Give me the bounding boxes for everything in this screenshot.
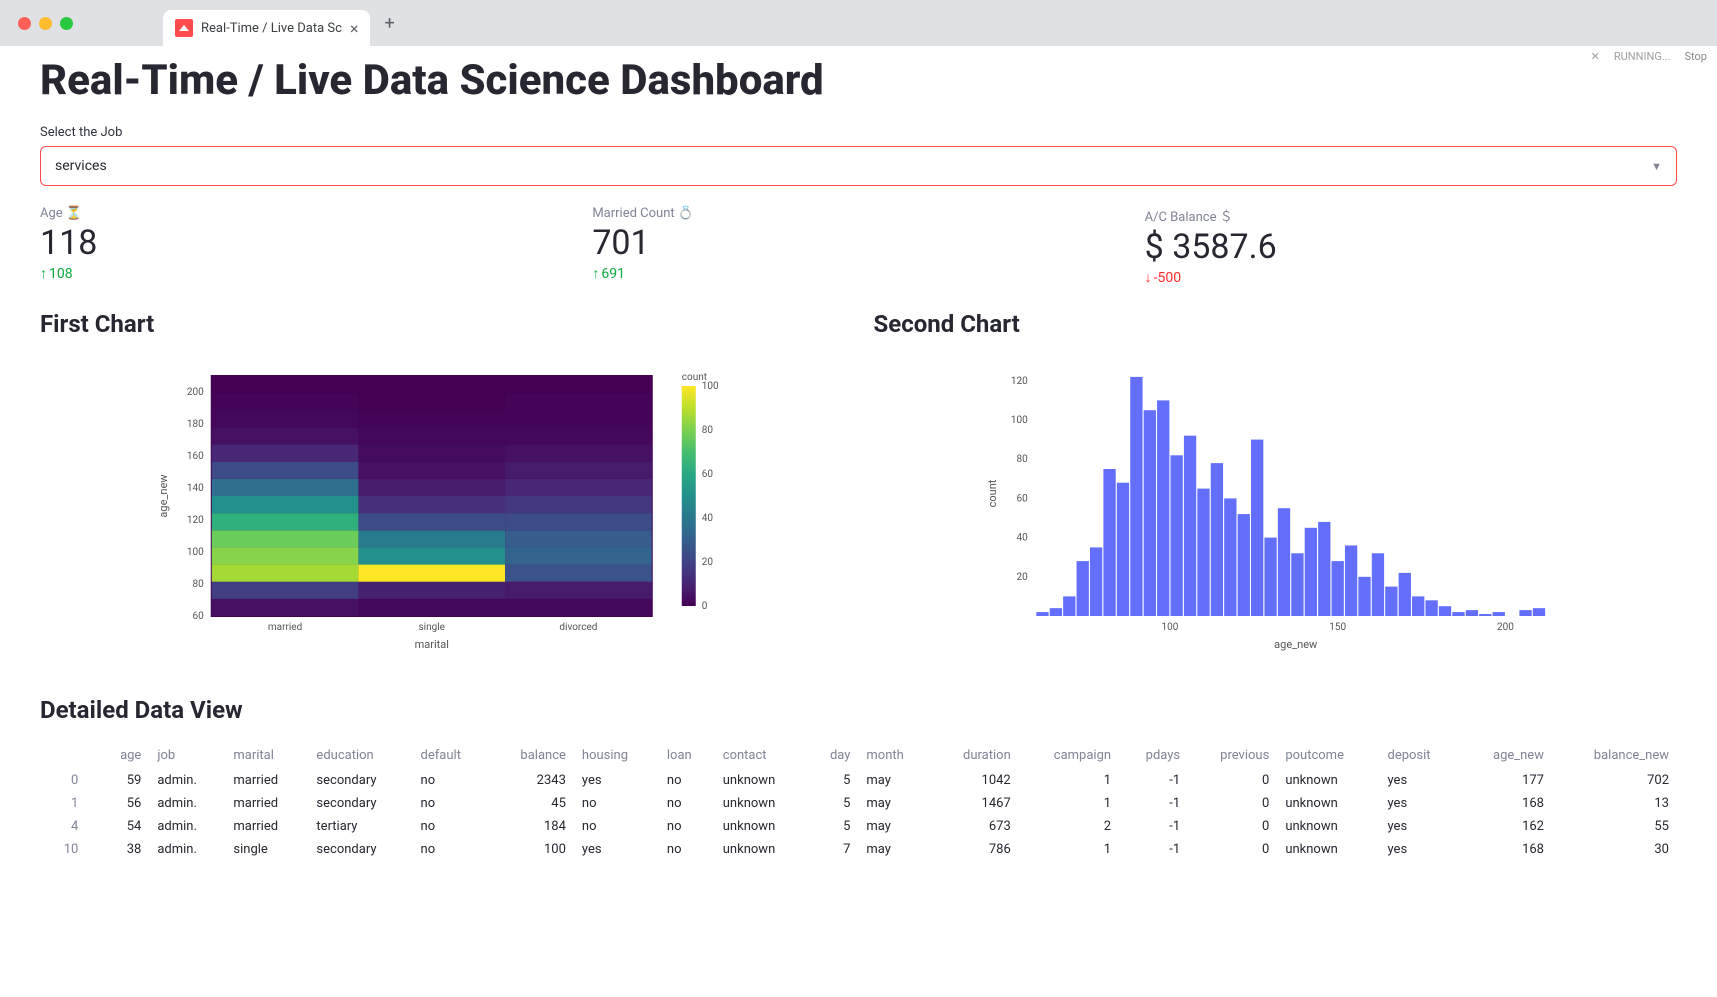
svg-text:count: count [985,479,998,507]
svg-text:80: 80 [193,579,205,590]
table-header[interactable]: duration [932,742,1019,769]
svg-text:divorced: divorced [559,622,597,633]
status-text: RUNNING... [1614,50,1671,63]
page-title: Real-Time / Live Data Science Dashboard [40,56,1677,105]
table-header[interactable]: marital [225,742,308,769]
table-header[interactable]: month [858,742,931,769]
maximize-window-button[interactable] [60,17,73,30]
histogram-chart[interactable]: 20 40 60 80 100 120 100 150 200 age_new count [874,356,1678,656]
job-select[interactable]: services ▼ [40,146,1677,186]
svg-text:single: single [419,622,445,633]
job-select-label: Select the Job [40,125,1677,140]
metric-balance: A/C Balance ＄ $ 3587.6 ↓-500 [1145,206,1677,286]
metric-married-label: Married Count 💍 [592,206,1124,221]
table-header[interactable]: age [98,742,149,769]
close-tab-button[interactable]: × [350,19,359,38]
chevron-down-icon: ▼ [1651,160,1662,173]
metric-balance-delta: ↓-500 [1145,269,1677,286]
browser-tab[interactable]: Real-Time / Live Data Sc × [163,10,370,46]
first-chart-container: First Chart 6080100120140160180200marrie… [40,310,844,656]
heatmap-chart[interactable]: 6080100120140160180200marriedsingledivor… [40,356,844,656]
table-title: Detailed Data View [40,696,1677,724]
svg-text:0: 0 [702,601,708,612]
svg-text:100: 100 [187,547,204,558]
table-header[interactable]: age_new [1460,742,1552,769]
svg-text:60: 60 [1016,493,1028,504]
svg-text:age_new: age_new [157,474,170,518]
table-header[interactable]: pdays [1119,742,1188,769]
svg-text:age_new: age_new [1274,638,1318,651]
svg-text:100: 100 [1010,415,1027,426]
svg-text:marital: marital [415,638,449,651]
svg-text:200: 200 [1496,622,1513,633]
svg-text:20: 20 [702,557,714,568]
svg-text:160: 160 [187,451,204,462]
table-header[interactable]: education [308,742,412,769]
table-header[interactable]: default [413,742,490,769]
svg-text:120: 120 [187,515,204,526]
second-chart-title: Second Chart [874,310,1678,338]
data-table: agejobmaritaleducationdefaultbalancehous… [40,742,1677,861]
svg-text:60: 60 [702,469,714,480]
table-row[interactable]: 156admin.marriedsecondaryno45nonounknown… [40,792,1677,815]
stop-button[interactable]: Stop [1685,50,1707,63]
app-toolbar: ✕ RUNNING... Stop [1591,50,1707,63]
svg-text:150: 150 [1329,622,1346,633]
job-select-value: services [55,158,107,174]
svg-text:120: 120 [1010,376,1027,387]
svg-text:80: 80 [1016,454,1028,465]
browser-tab-bar: Real-Time / Live Data Sc × + [0,0,1717,46]
metric-married-value: 701 [592,223,1124,263]
metric-age-label: Age ⏳ [40,206,572,221]
svg-text:60: 60 [193,611,205,622]
first-chart-title: First Chart [40,310,844,338]
arrow-up-icon: ↑ [40,265,47,282]
svg-text:40: 40 [1016,533,1028,544]
streamlit-icon [175,19,193,37]
table-header[interactable]: deposit [1379,742,1460,769]
table-row[interactable]: 059admin.marriedsecondaryno2343yesnounkn… [40,769,1677,792]
arrow-up-icon: ↑ [592,265,599,282]
table-header[interactable]: contact [715,742,809,769]
arrow-down-icon: ↓ [1145,269,1152,286]
data-table-wrapper[interactable]: agejobmaritaleducationdefaultbalancehous… [40,742,1677,861]
svg-text:80: 80 [702,425,714,436]
svg-text:100: 100 [702,381,719,392]
svg-text:200: 200 [187,387,204,398]
tab-title: Real-Time / Live Data Sc [201,21,342,36]
table-header[interactable]: job [149,742,225,769]
new-tab-button[interactable]: + [384,13,394,34]
metric-balance-label: A/C Balance ＄ [1145,206,1677,225]
metric-married-delta: ↑691 [592,265,1124,282]
table-header[interactable]: campaign [1019,742,1119,769]
svg-text:20: 20 [1016,572,1028,583]
metric-age-delta: ↑108 [40,265,572,282]
table-header[interactable]: balance [490,742,574,769]
svg-text:40: 40 [702,513,714,524]
svg-text:140: 140 [187,483,204,494]
second-chart-container: Second Chart 20 40 60 80 100 120 100 150 200 age_… [874,310,1678,656]
table-row[interactable]: 1038admin.singlesecondaryno100yesnounkno… [40,838,1677,861]
svg-text:180: 180 [187,419,204,430]
table-header[interactable]: previous [1188,742,1277,769]
metric-age: Age ⏳ 118 ↑108 [40,206,572,286]
table-header[interactable]: housing [574,742,659,769]
metric-age-value: 118 [40,223,572,263]
table-row[interactable]: 454admin.marriedtertiaryno184nonounknown… [40,815,1677,838]
window-controls [18,17,73,30]
table-header[interactable] [40,742,98,769]
table-header[interactable]: day [809,742,859,769]
minimize-window-button[interactable] [39,17,52,30]
table-header[interactable]: loan [659,742,715,769]
connection-icon: ✕ [1591,50,1600,63]
close-window-button[interactable] [18,17,31,30]
table-header[interactable]: poutcome [1277,742,1379,769]
metric-married: Married Count 💍 701 ↑691 [592,206,1124,286]
metric-balance-value: $ 3587.6 [1145,227,1677,267]
table-header[interactable]: balance_new [1552,742,1677,769]
svg-text:100: 100 [1161,622,1178,633]
svg-text:married: married [268,622,302,633]
